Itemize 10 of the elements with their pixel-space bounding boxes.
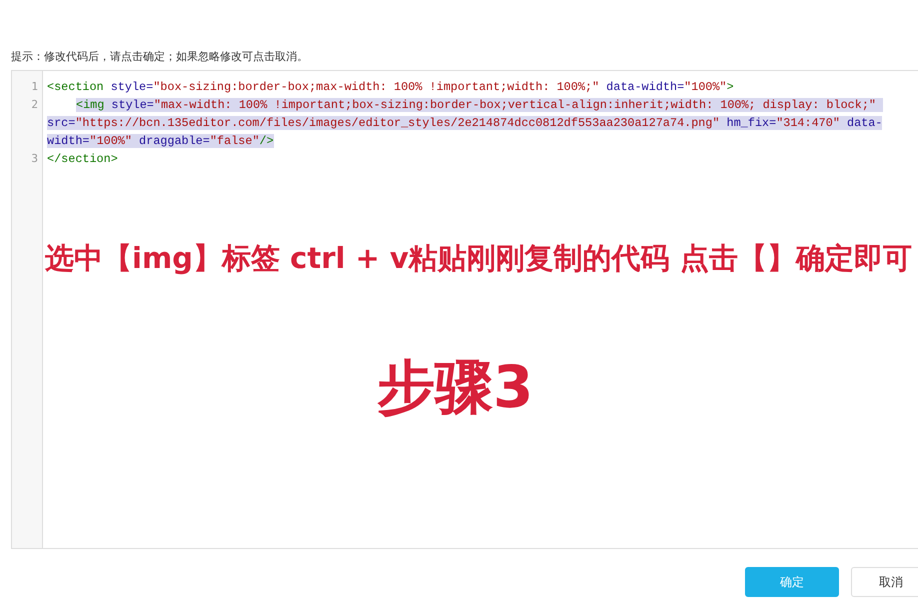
cancel-button[interactable]: 取消 [851,567,918,597]
line-number: 3 [30,151,39,167]
step-label: 步骤3 [377,352,534,423]
code-line: <section style="box-sizing:border-box;max-width: 100% !important;width: 100%;" data-width="100%"> [47,79,735,96]
code-line: </section> [47,151,119,168]
annotation-text: 选中【img】标签 ctrl + v粘贴刚刚复制的代码 点击【】确定即可 [45,240,912,277]
line-number: 2 [30,97,39,113]
hint-text: 提示：修改代码后，请点击确定；如果忽略修改可点击取消。 [11,50,309,65]
code-editor[interactable] [11,70,918,549]
line-number: 1 [30,79,39,95]
